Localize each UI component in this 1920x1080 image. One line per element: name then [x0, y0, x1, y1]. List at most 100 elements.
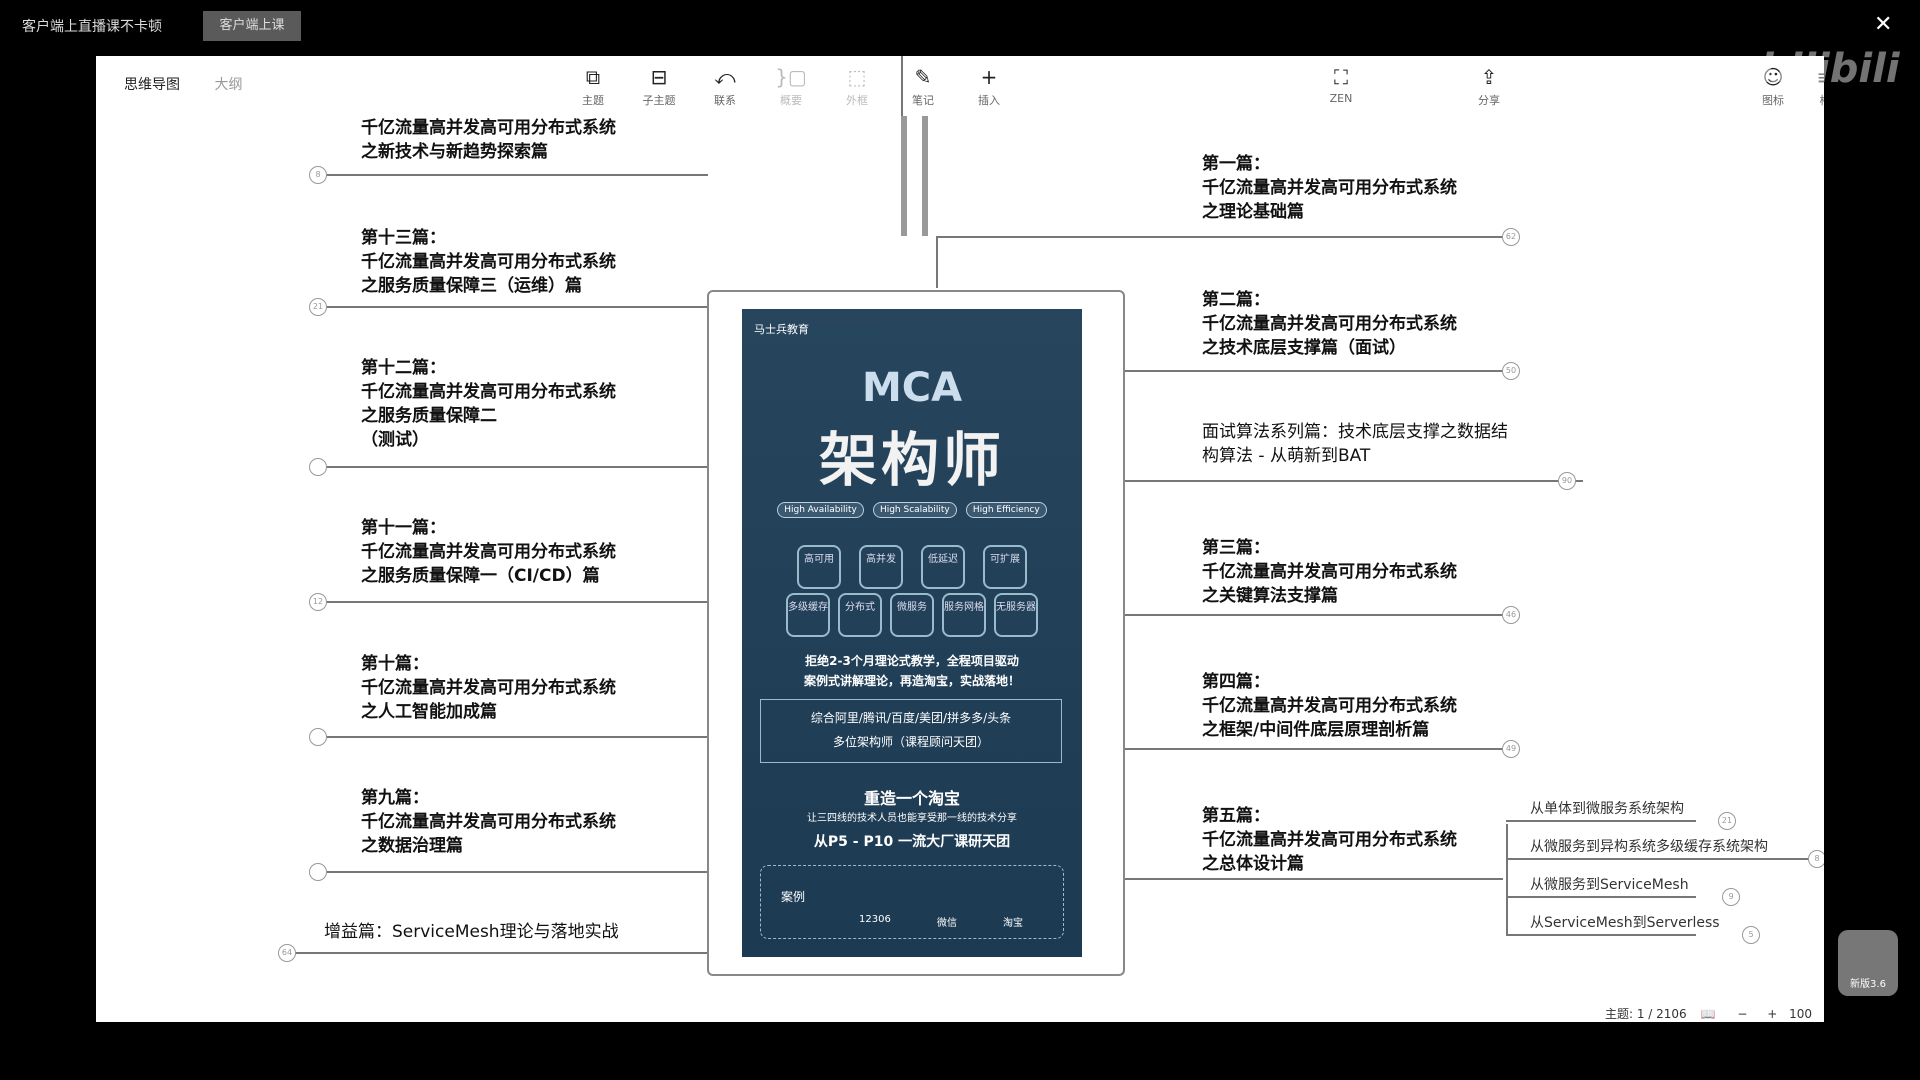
- tab-mindmap[interactable]: 思维导图: [124, 77, 180, 93]
- toolbar-icon: +: [980, 65, 998, 89]
- topic-line: 第三篇：: [1202, 538, 1270, 558]
- toolbar-button[interactable]: ⊟ 子主题: [632, 62, 686, 108]
- topic-line: 千亿流量高并发高可用分布式系统: [1202, 830, 1457, 850]
- mca-poster: 马士兵教育 MCA 架构师 High Availability High Sca…: [742, 309, 1082, 957]
- left-topic[interactable]: 第十二篇： 千亿流量高并发高可用分布式系统 之服务质量保障二 （测试）: [361, 356, 616, 452]
- case-taobao: 淘宝: [1003, 918, 1023, 929]
- hex-tag: 高并发: [859, 545, 903, 589]
- left-topic[interactable]: 第十篇： 千亿流量高并发高可用分布式系统 之人工智能加成篇: [361, 652, 616, 724]
- topic-line: 第五篇：: [1202, 806, 1270, 826]
- collapse-badge[interactable]: 8: [1808, 850, 1824, 868]
- toolbar-button[interactable]: ⛶ ZEN: [1314, 62, 1368, 105]
- toolbar-label: 插入: [978, 94, 1000, 107]
- collapse-badge[interactable]: [309, 863, 327, 881]
- zoom-out-button[interactable]: −: [1737, 1007, 1747, 1021]
- collapse-badge[interactable]: [309, 458, 327, 476]
- info-line: 综合阿里/腾讯/百度/美团/拼多多/头条: [810, 711, 1012, 725]
- connector-line: [1123, 480, 1583, 482]
- hex-tag: 分布式: [838, 593, 882, 637]
- subtopic[interactable]: 从微服务到异构系统多级缓存系统架构: [1530, 836, 1768, 856]
- topic-line: 千亿流量高并发高可用分布式系统: [361, 678, 616, 698]
- collapse-badge[interactable]: 62: [1502, 228, 1520, 246]
- topic-line: 增益篇：ServiceMesh理论与落地实战: [324, 922, 619, 942]
- topic-line: 千亿流量高并发高可用分布式系统: [1202, 562, 1457, 582]
- right-topic[interactable]: 面试算法系列篇：技术底层支撑之数据结 构算法 - 从萌新到BAT: [1202, 420, 1508, 468]
- topic-line: 第十篇：: [361, 654, 429, 674]
- toolbar-button[interactable]: }▢ 概要: [764, 62, 818, 108]
- topic-line: 之总体设计篇: [1202, 854, 1304, 874]
- mindmap-canvas[interactable]: 思维导图 大纲 ⧉ 主题 ⊟ 子主题 ⤺ 联系}▢ 概要 ⬚ 外框 ✎ 笔记 + 插入 ⛶ ZEN ⇪ 分享 ☺…: [96, 56, 1824, 1022]
- zoom-in-button[interactable]: +: [1767, 1007, 1777, 1021]
- subtopic[interactable]: 从ServiceMesh到Serverless: [1530, 912, 1720, 932]
- tag-pill: High Availability: [777, 502, 864, 518]
- poster-rebuild: 重造一个淘宝: [863, 789, 960, 808]
- collapse-badge[interactable]: 21: [309, 298, 327, 316]
- toolbar-button[interactable]: + 插入: [962, 62, 1016, 108]
- topic-line: 第十三篇：: [361, 228, 446, 248]
- tag-pill: High Scalability: [872, 502, 957, 518]
- right-topic[interactable]: 第五篇： 千亿流量高并发高可用分布式系统 之总体设计篇: [1202, 804, 1457, 876]
- info-line: 多位架构师（课程顾问天团）: [832, 735, 989, 749]
- connector-line: [318, 871, 708, 873]
- collapse-badge[interactable]: 12: [309, 593, 327, 611]
- right-topic[interactable]: 第二篇： 千亿流量高并发高可用分布式系统 之技术底层支撑篇（面试）: [1202, 288, 1457, 360]
- toolbar-icon: ⛶: [1334, 65, 1348, 89]
- poster-rebuild-sub: 让三四线的技术人员也能享受那一线的技术分享: [807, 813, 1017, 824]
- collapse-badge[interactable]: 9: [1722, 888, 1740, 906]
- subtopic[interactable]: 从单体到微服务系统架构: [1530, 798, 1684, 818]
- topic-line: 千亿流量高并发高可用分布式系统: [1202, 178, 1457, 198]
- hex-tag: 低延迟: [921, 545, 965, 589]
- right-topic[interactable]: 第四篇： 千亿流量高并发高可用分布式系统 之框架/中间件底层原理剖析篇: [1202, 670, 1457, 742]
- left-topic[interactable]: 第十一篇： 千亿流量高并发高可用分布式系统 之服务质量保障一（CI/CD）篇: [361, 516, 616, 588]
- root-topic-image[interactable]: 马士兵教育 MCA 架构师 High Availability High Sca…: [707, 290, 1125, 976]
- connector-line: [1123, 614, 1513, 616]
- toolbar-button[interactable]: ⤺ 联系: [698, 62, 752, 108]
- left-topic[interactable]: 第九篇： 千亿流量高并发高可用分布式系统 之数据治理篇: [361, 786, 616, 858]
- floating-badge[interactable]: 新版3.6: [1838, 930, 1898, 996]
- book-icon[interactable]: 📖: [1701, 1007, 1716, 1021]
- close-icon[interactable]: ✕: [1874, 12, 1892, 37]
- top-bar: 客户端上直播课不卡顿 客户端上课 ✕: [0, 0, 1920, 56]
- connector-line: [1506, 934, 1696, 936]
- collapse-badge[interactable]: 90: [1558, 472, 1576, 490]
- trunk-line: [922, 116, 928, 236]
- collapse-badge[interactable]: 64: [278, 944, 296, 962]
- toolbar-button[interactable]: ⬚ 外框: [830, 62, 884, 108]
- toolbar-icon: ✎: [914, 65, 932, 89]
- right-topic[interactable]: 第三篇： 千亿流量高并发高可用分布式系统 之关键算法支撑篇: [1202, 536, 1457, 608]
- topic-line: 千亿流量高并发高可用分布式系统: [1202, 696, 1457, 716]
- toolbar-icon: ⧉: [585, 65, 601, 89]
- hex-row: 多级缓存 分布式 微服务 服务网格 无服务器: [742, 593, 1082, 637]
- status-bar: 主题: 1 / 2106 📖 − + 100: [1605, 1005, 1812, 1022]
- topic-line: 构算法 - 从萌新到BAT: [1202, 446, 1371, 466]
- collapse-badge[interactable]: 50: [1502, 362, 1520, 380]
- connector-line: [1123, 236, 1513, 238]
- collapse-badge[interactable]: 21: [1718, 812, 1736, 830]
- toolbar-label: 格: [1798, 92, 1825, 108]
- tab-outline[interactable]: 大纲: [214, 77, 242, 93]
- left-topic[interactable]: 第十三篇： 千亿流量高并发高可用分布式系统 之服务质量保障三（运维）篇: [361, 226, 616, 298]
- client-class-button[interactable]: 客户端上课: [203, 11, 301, 41]
- toolbar-button[interactable]: ⇪ 分享: [1462, 62, 1516, 108]
- collapse-badge[interactable]: 49: [1502, 740, 1520, 758]
- topic-line: 之数据治理篇: [361, 836, 463, 856]
- collapse-badge[interactable]: 5: [1742, 926, 1760, 944]
- toolbar-label: 分享: [1478, 94, 1500, 107]
- topic-line: 之技术底层支撑篇（面试）: [1202, 338, 1406, 358]
- collapse-badge[interactable]: 8: [309, 166, 327, 184]
- left-topic[interactable]: 增益篇：ServiceMesh理论与落地实战: [324, 920, 619, 944]
- topic-line: 第九篇：: [361, 788, 429, 808]
- toolbar-button[interactable]: ⧉ 主题: [566, 62, 620, 108]
- slogan-line: 拒绝2-3个月理论式教学，全程项目驱动: [805, 654, 1019, 668]
- right-topic[interactable]: 第一篇： 千亿流量高并发高可用分布式系统 之理论基础篇: [1202, 152, 1457, 224]
- collapse-badge[interactable]: [309, 728, 327, 746]
- poster-slogan: 拒绝2-3个月理论式教学，全程项目驱动 案例式讲解理论，再造淘宝，实战落地！: [742, 651, 1082, 691]
- zoom-level: 100: [1789, 1007, 1812, 1021]
- tag-pill: High Efficiency: [965, 502, 1047, 518]
- toolbar-button[interactable]: ✎ 笔记: [896, 62, 950, 108]
- topic-line: 千亿流量高并发高可用分布式系统: [361, 542, 616, 562]
- collapse-badge[interactable]: 46: [1502, 606, 1520, 624]
- connector-line: [318, 736, 708, 738]
- subtopic[interactable]: 从微服务到ServiceMesh: [1530, 874, 1689, 894]
- left-topic[interactable]: 千亿流量高并发高可用分布式系统 之新技术与新趋势探索篇: [361, 116, 616, 164]
